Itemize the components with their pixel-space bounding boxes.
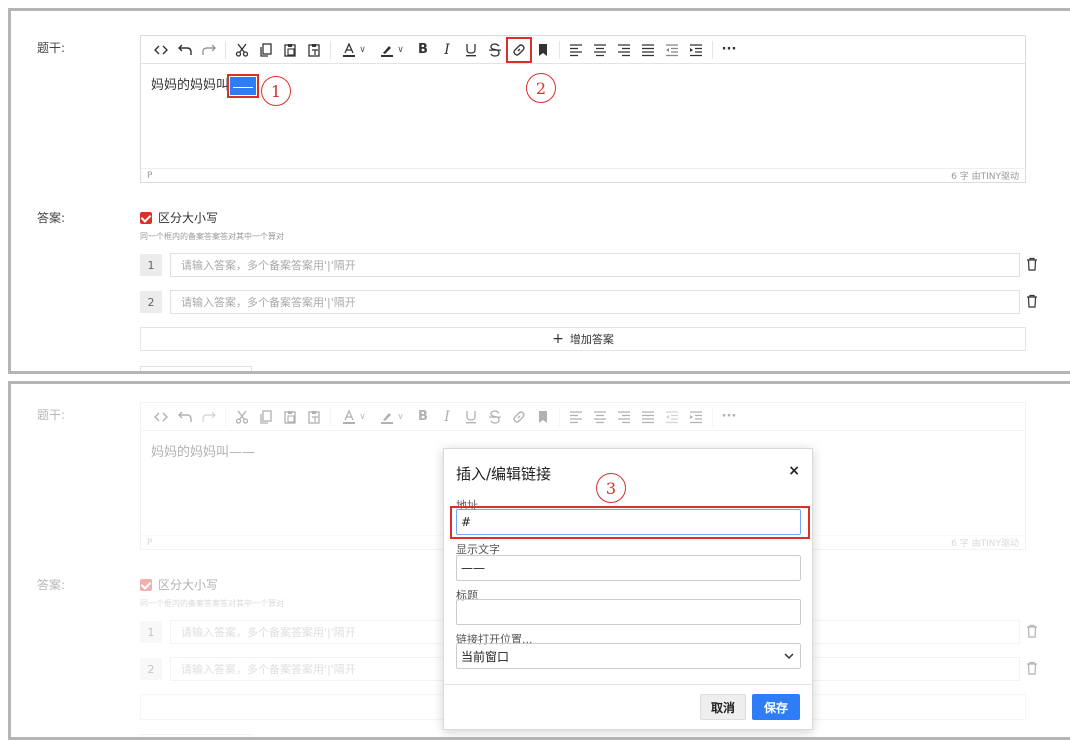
dialog-title: 插入/编辑链接 xyxy=(456,465,552,483)
answer-hint: 同一个框内的备案答案答对其中一个算对 xyxy=(140,232,284,241)
answer-row: 2 请输入答案，多个备案答案用'|'隔开 xyxy=(140,290,1037,314)
target-select-value: 当前窗口 xyxy=(461,649,510,664)
link-dialog: 插入/编辑链接 × 3 地址 # 显示文字 —— 标题 链接打开位置... 当前… xyxy=(443,448,813,730)
checkbox-checked-icon[interactable] xyxy=(140,211,152,224)
annotation-one: 1 xyxy=(261,76,291,106)
highlight-color-icon[interactable]: ∨ xyxy=(373,38,411,62)
url-input[interactable]: # xyxy=(456,509,801,535)
strikethrough-icon[interactable] xyxy=(483,38,507,62)
case-sensitive-label: 区分大小写 xyxy=(158,211,219,225)
word-count: 6 字 由TINY驱动 xyxy=(951,172,1019,182)
bookmark-icon[interactable] xyxy=(531,38,555,62)
toolbar-divider xyxy=(225,40,226,59)
redo-icon[interactable] xyxy=(197,38,221,62)
chevron-down-icon: ∨ xyxy=(397,44,404,55)
answer-number: 1 xyxy=(140,254,162,276)
close-icon[interactable]: × xyxy=(788,463,800,479)
dialog-footer: 取消 保存 xyxy=(444,684,812,729)
paste-icon[interactable] xyxy=(278,38,302,62)
rich-text-editor: ∨ ∨ B I ··· 妈妈的妈妈叫 P 6 字 由TINY驱动 xyxy=(140,35,1026,183)
copy-icon[interactable] xyxy=(254,38,278,62)
add-answer-button[interactable]: + 增加答案 xyxy=(140,327,1026,351)
editor-toolbar: ∨ ∨ B I ··· xyxy=(141,36,1025,64)
save-button[interactable]: 保存 xyxy=(751,694,800,720)
target-select[interactable]: 当前窗口 xyxy=(456,643,801,669)
underline-icon[interactable] xyxy=(459,38,483,62)
title-input[interactable] xyxy=(456,599,801,625)
bottom-panel: 题干: ∨ ∨ B I ·· xyxy=(8,381,1070,740)
element-path: P xyxy=(147,170,153,181)
blank-highlight xyxy=(227,73,260,98)
cut-icon[interactable] xyxy=(230,38,254,62)
answer-input[interactable]: 请输入答案，多个备案答案用'|'隔开 xyxy=(170,290,1020,314)
outdent-icon[interactable] xyxy=(660,38,684,62)
paste-text-icon[interactable] xyxy=(302,38,326,62)
indent-icon[interactable] xyxy=(684,38,708,62)
source-code-icon[interactable] xyxy=(149,38,173,62)
plus-icon: + xyxy=(552,331,564,347)
stem-text: 妈妈的妈妈叫 xyxy=(151,78,230,93)
add-answer-label: 增加答案 xyxy=(569,333,614,346)
answer-row: 1 请输入答案，多个备案答案用'|'隔开 xyxy=(140,253,1037,277)
trash-icon[interactable] xyxy=(1026,294,1038,308)
chevron-down-icon: ∨ xyxy=(359,44,366,55)
editor-statusbar: P 6 字 由TINY驱动 xyxy=(141,168,1025,182)
bold-icon[interactable]: B xyxy=(411,38,435,62)
toolbar-divider xyxy=(559,40,560,59)
annotation-three: 3 xyxy=(596,473,626,503)
align-right-icon[interactable] xyxy=(612,38,636,62)
toolbar-divider xyxy=(330,40,331,59)
case-sensitive-checkbox[interactable]: 区分大小写 xyxy=(140,209,218,226)
link-icon[interactable] xyxy=(506,36,532,63)
blank-selection[interactable] xyxy=(230,76,257,95)
italic-icon[interactable]: I xyxy=(435,38,459,62)
answer-input[interactable]: 请输入答案，多个备案答案用'|'隔开 xyxy=(170,253,1020,277)
undo-icon[interactable] xyxy=(173,38,197,62)
partial-button xyxy=(140,366,252,371)
justify-icon[interactable] xyxy=(636,38,660,62)
toolbar-divider xyxy=(712,40,713,59)
cancel-button[interactable]: 取消 xyxy=(699,694,746,720)
trash-icon[interactable] xyxy=(1026,257,1038,271)
display-text-input[interactable]: —— xyxy=(456,555,801,581)
more-icon[interactable]: ··· xyxy=(717,38,741,62)
stem-label: 题干: xyxy=(37,41,66,55)
answer-number: 2 xyxy=(140,291,162,313)
answer-label: 答案: xyxy=(37,211,66,225)
font-color-icon[interactable]: ∨ xyxy=(335,38,373,62)
chevron-down-icon xyxy=(784,653,794,660)
align-left-icon[interactable] xyxy=(564,38,588,62)
annotation-two: 2 xyxy=(526,73,556,103)
top-panel: 题干: ∨ ∨ B I ··· 妈妈的妈妈叫 P 6 字 由TINY驱动 1 2… xyxy=(8,8,1070,374)
align-center-icon[interactable] xyxy=(588,38,612,62)
